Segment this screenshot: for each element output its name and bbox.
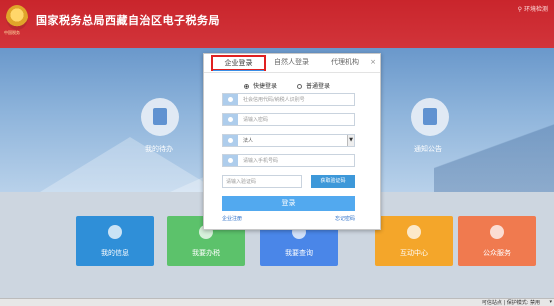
site-title: 国家税务总局西藏自治区电子税务局 [36,14,220,27]
tab-individual-login[interactable]: 自然人登录 [274,57,309,67]
tile-label: 我要查询 [285,249,313,257]
tax-emblem-icon [6,5,28,30]
notice-bell-icon[interactable] [411,98,449,136]
role-selected-value: 法人 [243,138,254,144]
chat-icon [407,225,421,239]
todo-icon[interactable] [141,98,179,136]
tabs-divider [204,72,380,73]
credit-code-placeholder: 社会信用代码/纳税人识别号 [243,97,305,103]
zoom-dropdown[interactable]: ▾ [549,299,552,305]
user-icon [108,225,122,239]
radio-unselected-icon[interactable] [297,84,302,89]
browser-status-bar: 可信站点 | 保护模式: 禁用 ▾ [0,298,554,306]
radio-selected-icon[interactable] [244,84,249,89]
tile-label: 我要办税 [192,249,220,257]
radio-quick-login[interactable]: 快捷登录 [244,81,277,90]
tile-label: 互动中心 [400,249,428,257]
credit-code-input[interactable]: 社会信用代码/纳税人识别号 [222,93,355,106]
lock-icon [223,114,238,125]
service-icon [490,225,504,239]
tile-label: 公众服务 [483,249,511,257]
radio-normal-label: 普通登录 [306,83,331,90]
notice-label[interactable]: 通知公告 [414,144,442,154]
todo-label[interactable]: 我的待办 [145,144,173,154]
person-icon [223,135,238,146]
env-check-label[interactable]: 环境检测 [524,6,548,13]
phone-icon [223,155,238,166]
tile-public-service[interactable]: 公众服务 [458,216,536,266]
env-check-link[interactable]: ⚲ 环境检测 [518,4,548,13]
get-captcha-button[interactable]: 获取验证码 [311,175,355,188]
login-dialog: 企业登录 自然人登录 代理机构 × 快捷登录 普通登录 社会信用代码/纳税人识别… [203,53,381,230]
password-placeholder: 请输入密码 [243,117,269,123]
close-icon[interactable]: × [370,58,376,66]
radio-quick-label: 快捷登录 [253,83,278,90]
password-input[interactable]: 请输入密码 [222,113,355,126]
active-tab-underline [213,70,264,71]
tile-my-info[interactable]: 我的信息 [76,216,154,266]
tab-enterprise-login[interactable]: 企业登录 [211,55,266,71]
role-select[interactable]: 法人 ▼ [222,134,355,147]
security-zone-text: 可信站点 | 保护模式: 禁用 [481,300,540,306]
login-button[interactable]: 登录 [222,196,355,211]
forgot-password-link[interactable]: 忘记密码 [335,215,355,222]
chevron-down-icon[interactable]: ▼ [347,135,354,146]
header-bar: 中国税务 国家税务总局西藏自治区电子税务局 ⚲ 环境检测 [0,0,554,48]
great-wall-image [434,122,554,192]
tile-interaction[interactable]: 互动中心 [375,216,453,266]
tile-label: 我的信息 [101,249,129,257]
tab-agency-login[interactable]: 代理机构 [331,57,359,67]
radio-normal-login[interactable]: 普通登录 [297,81,330,90]
captcha-placeholder: 请输入验证码 [226,179,257,185]
register-link[interactable]: 企业注册 [222,215,242,222]
phone-input[interactable]: 请输入手机号码 [222,154,355,167]
phone-placeholder: 请输入手机号码 [243,158,279,164]
emblem-text: 中国税务 [4,30,20,35]
user-icon [223,94,238,105]
captcha-input[interactable]: 请输入验证码 [222,175,302,188]
